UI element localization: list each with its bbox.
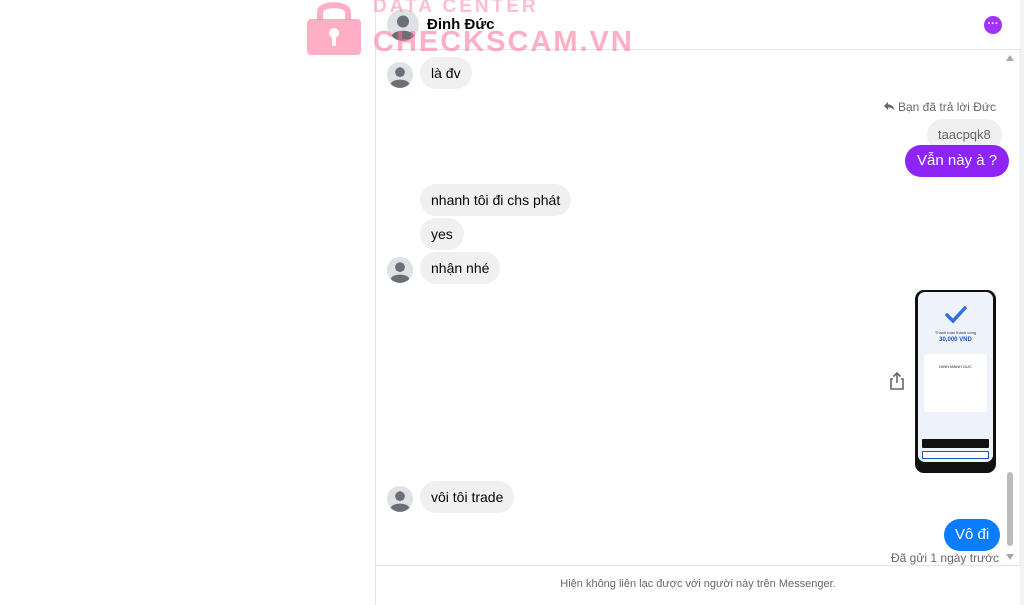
- outgoing-message[interactable]: Vô đi: [944, 519, 1001, 551]
- incoming-message[interactable]: là đv: [420, 57, 472, 89]
- incoming-message[interactable]: nhận nhé: [420, 252, 501, 284]
- unavailable-notice: Hiện không liên lạc được với người này t…: [560, 578, 836, 590]
- payment-screenshot-image[interactable]: Thanh toán thành công 30,000 VND DINH MA…: [915, 290, 996, 473]
- sent-status: Đã gửi 1 ngày trước: [891, 551, 999, 565]
- left-panel: [0, 0, 375, 605]
- contact-avatar-small[interactable]: [387, 62, 413, 88]
- incoming-message[interactable]: yes: [420, 218, 464, 250]
- receipt-title: Thanh toán thành công: [934, 330, 977, 335]
- contact-avatar-small[interactable]: [387, 257, 413, 283]
- reply-note-text: Bạn đã trả lời Đức: [898, 100, 996, 114]
- incoming-message[interactable]: vôi tôi trade: [420, 481, 515, 513]
- receipt-button: [922, 451, 989, 459]
- scroll-down-icon[interactable]: [1006, 554, 1014, 560]
- phone-screen: Thanh toán thành công 30,000 VND DINH MA…: [918, 292, 993, 462]
- chat-footer: Hiện không liên lạc được với người này t…: [376, 565, 1020, 605]
- incoming-message[interactable]: nhanh tôi đi chs phát: [420, 184, 572, 216]
- share-icon[interactable]: [889, 372, 905, 390]
- chat-window: Đinh Đức ··· là đv Bạn đã trả lời Đức ta…: [375, 0, 1020, 605]
- receipt-name: DINH MANH DUC: [939, 364, 972, 369]
- more-options-icon[interactable]: ···: [984, 16, 1002, 34]
- receipt-amount: 30,000 VND: [939, 337, 972, 343]
- receipt-card: DINH MANH DUC: [924, 354, 987, 412]
- scroll-up-icon[interactable]: [1006, 55, 1014, 61]
- contact-avatar-small[interactable]: [387, 486, 413, 512]
- contact-name[interactable]: Đinh Đức: [427, 16, 495, 33]
- reply-arrow-icon: [884, 102, 895, 111]
- scrollbar-thumb[interactable]: [1007, 472, 1013, 546]
- reply-note: Bạn đã trả lời Đức: [883, 100, 996, 114]
- contact-avatar[interactable]: [387, 9, 419, 41]
- chat-header: Đinh Đức ···: [376, 0, 1020, 50]
- receipt-dark-bar: [922, 439, 989, 448]
- checkmark-icon: [945, 306, 967, 324]
- outgoing-message[interactable]: Vẫn này à ?: [905, 145, 1010, 177]
- messages-scrollbar[interactable]: [1005, 52, 1015, 562]
